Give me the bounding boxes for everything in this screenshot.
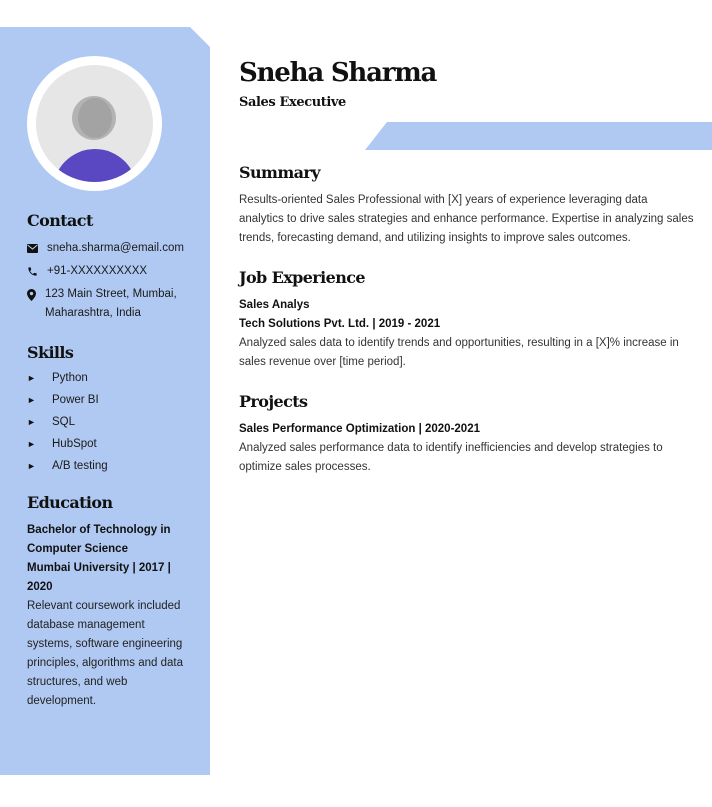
address-text: 123 Main Street, Mumbai, Maharashtra, In… (45, 288, 177, 319)
education-degree: Bachelor of Technology in Computer Scien… (27, 524, 171, 555)
skill-item: ► Power BI (27, 391, 99, 409)
job-company: Tech Solutions Pvt. Ltd. | 2019 - 2021 (239, 318, 441, 330)
skill-item: ► HubSpot (27, 435, 97, 453)
bullet-arrow-icon: ► (27, 439, 36, 449)
job-description: Analyzed sales data to identify trends a… (239, 337, 679, 368)
bullet-arrow-icon: ► (27, 461, 36, 471)
accent-band (365, 122, 712, 150)
bullet-arrow-icon: ► (27, 373, 36, 383)
contact-heading: Contact (27, 211, 93, 230)
job-title: Sales Analys (239, 299, 310, 311)
skill-label: HubSpot (52, 438, 97, 450)
location-pin-icon (27, 285, 38, 304)
education-description: Relevant coursework included database ma… (27, 600, 183, 707)
skill-label: SQL (52, 416, 76, 428)
contact-phone[interactable]: +91-XXXXXXXXXX (27, 262, 197, 281)
resume-name: Sneha Sharma (239, 58, 437, 88)
skill-label: A/B testing (52, 460, 108, 472)
experience-heading: Job Experience (239, 268, 366, 287)
education-entry: Bachelor of Technology in Computer Scien… (27, 521, 187, 711)
email-text: sneha.sharma@email.com (47, 242, 184, 254)
projects-heading: Projects (239, 392, 308, 411)
avatar (27, 56, 162, 191)
bullet-arrow-icon: ► (27, 417, 36, 427)
skill-label: Python (52, 372, 88, 384)
education-heading: Education (27, 493, 113, 512)
skill-item: ► SQL (27, 413, 75, 431)
education-institution: Mumbai University | 2017 | 2020 (27, 562, 171, 593)
skill-item: ► Python (27, 369, 88, 387)
contact-email[interactable]: sneha.sharma@email.com (27, 239, 197, 258)
skill-label: Power BI (52, 394, 99, 406)
phone-text: +91-XXXXXXXXXX (47, 265, 148, 277)
project-title: Sales Performance Optimization | 2020-20… (239, 423, 480, 435)
avatar-placeholder-icon (36, 65, 153, 182)
summary-heading: Summary (239, 163, 321, 182)
skill-item: ► A/B testing (27, 457, 108, 475)
project-description: Analyzed sales performance data to ident… (239, 442, 663, 473)
email-icon (27, 239, 41, 258)
skills-heading: Skills (27, 343, 74, 362)
resume-role: Sales Executive (239, 95, 346, 110)
contact-address: 123 Main Street, Mumbai, Maharashtra, In… (27, 285, 195, 323)
summary-text: Results-oriented Sales Professional with… (239, 194, 694, 244)
phone-icon (27, 262, 41, 281)
bullet-arrow-icon: ► (27, 395, 36, 405)
